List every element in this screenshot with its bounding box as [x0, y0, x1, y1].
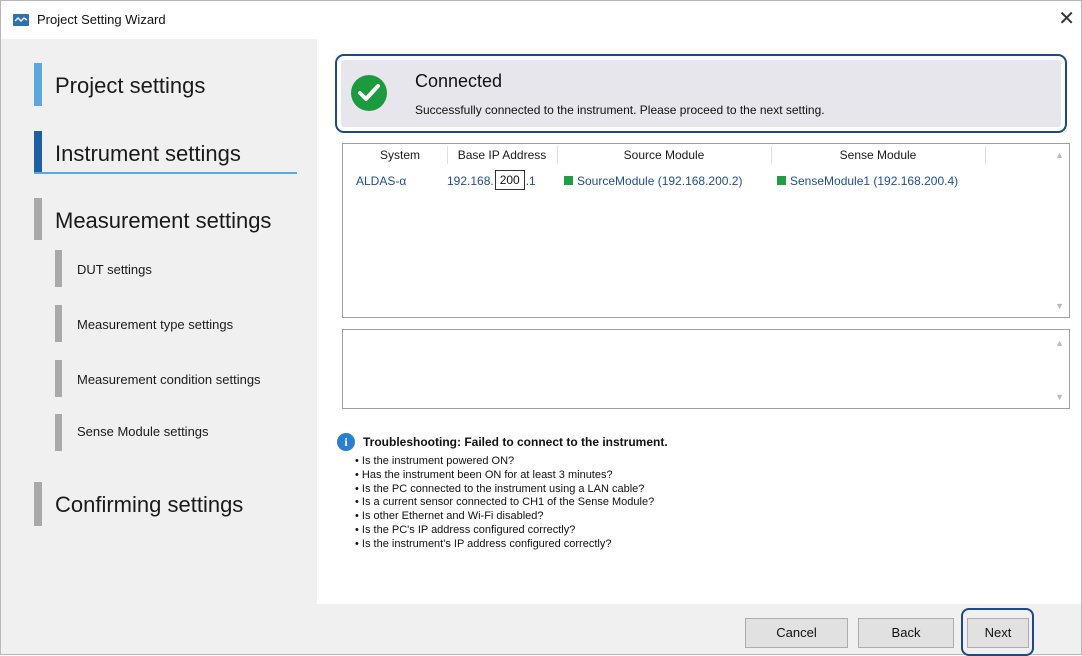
ip-octet-input[interactable]: 200 [494, 170, 525, 190]
sense-module-label: SenseModule1 (192.168.200.4) [790, 174, 959, 188]
step-label: Project settings [55, 73, 206, 98]
step-label: Confirming settings [55, 492, 244, 517]
status-title: Connected [415, 71, 503, 91]
main-content: Connected Successfully connected to the … [317, 39, 1081, 604]
step-label: DUT settings [77, 262, 152, 277]
connection-status-banner: Connected Successfully connected to the … [335, 54, 1067, 133]
scroll-down-icon[interactable]: ▼ [1055, 392, 1064, 402]
status-square-icon [564, 176, 573, 186]
list-item: Has the instrument been ON for at least … [355, 469, 654, 483]
list-item: Is other Ethernet and Wi-Fi disabled? [355, 510, 654, 524]
step-label: Sense Module settings [77, 424, 209, 439]
wizard-window: Project Setting Wizard ✕ Project setting… [0, 0, 1082, 656]
cancel-button[interactable]: Cancel [745, 618, 848, 648]
cell-sense-module: SenseModule1 (192.168.200.4) [777, 174, 958, 188]
source-module-label: SourceModule (192.168.200.2) [577, 174, 743, 188]
step-indicator [55, 250, 62, 287]
step-indicator [55, 305, 62, 342]
scroll-up-icon[interactable]: ▲ [1055, 338, 1064, 348]
list-item: Is a current sensor connected to CH1 of … [355, 496, 654, 510]
instrument-table[interactable]: System Base IP Address Source Module Sen… [342, 143, 1070, 318]
column-header-sense-module[interactable]: Sense Module [772, 144, 984, 166]
column-header-base-ip[interactable]: Base IP Address [448, 144, 556, 166]
step-label: Measurement settings [55, 208, 272, 233]
wizard-steps-sidebar: Project settings Instrument settings Mea… [1, 39, 317, 604]
footer-bar: Cancel Back Next [1, 604, 1081, 656]
app-icon [13, 14, 29, 26]
step-indicator [34, 131, 42, 174]
check-circle-icon [351, 75, 387, 111]
step-label: Measurement condition settings [77, 372, 261, 387]
column-divider [985, 146, 986, 164]
column-header-source-module[interactable]: Source Module [558, 144, 770, 166]
info-icon: i [337, 433, 355, 451]
cell-system: ALDAS-α [356, 174, 407, 188]
title-bar: Project Setting Wizard ✕ [1, 1, 1081, 39]
step-indicator [55, 360, 62, 397]
step-indicator [34, 63, 42, 106]
cell-source-module: SourceModule (192.168.200.2) [564, 174, 742, 188]
troubleshooting-list: Is the instrument powered ON? Has the in… [355, 455, 654, 552]
active-step-underline [34, 172, 297, 174]
next-button[interactable]: Next [967, 618, 1029, 648]
column-header-system[interactable]: System [355, 144, 445, 166]
status-message: Successfully connected to the instrument… [415, 103, 825, 117]
close-icon[interactable]: ✕ [1058, 7, 1075, 31]
window-title: Project Setting Wizard [37, 12, 166, 27]
step-label: Measurement type settings [77, 317, 234, 332]
list-item: Is the instrument powered ON? [355, 455, 654, 469]
troubleshooting-title: Troubleshooting: Failed to connect to th… [363, 435, 668, 449]
status-panel: Connected Successfully connected to the … [341, 60, 1061, 127]
step-indicator [55, 414, 62, 451]
scroll-down-icon[interactable]: ▼ [1055, 301, 1064, 311]
cell-base-ip: 192.168. 200.1 [447, 170, 536, 192]
list-item: Is the PC connected to the instrument us… [355, 483, 654, 497]
step-indicator [34, 482, 42, 526]
ip-suffix: .1 [525, 174, 536, 189]
back-button[interactable]: Back [858, 618, 954, 648]
step-label: Instrument settings [55, 141, 241, 166]
step-indicator [34, 198, 42, 240]
message-box: ▲ ▼ [342, 329, 1070, 409]
list-item: Is the PC's IP address configured correc… [355, 524, 654, 538]
status-square-icon [777, 176, 786, 186]
list-item: Is the instrument's IP address configure… [355, 538, 654, 552]
ip-prefix: 192.168. [447, 174, 494, 189]
scroll-up-icon[interactable]: ▲ [1055, 150, 1064, 160]
